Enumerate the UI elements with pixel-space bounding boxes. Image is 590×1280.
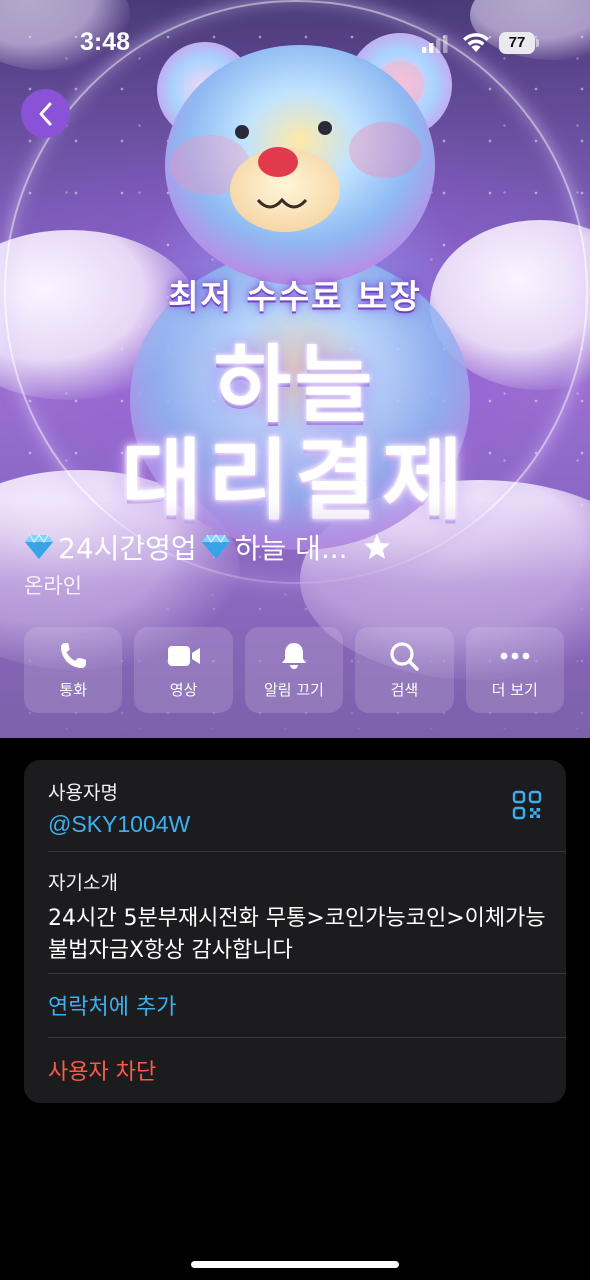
- profile-name-rest: 하늘 대...: [234, 532, 348, 565]
- diamond-icon: [25, 533, 53, 559]
- chevron-left-icon: [39, 102, 51, 125]
- username-value[interactable]: @SKY1004W: [48, 811, 566, 838]
- more-button[interactable]: 더 보기: [465, 627, 564, 713]
- divider: [48, 973, 566, 974]
- search-label: 검색: [390, 680, 419, 699]
- video-label: 영상: [169, 680, 198, 699]
- wifi-icon: [463, 33, 489, 52]
- profile-name-row: 24시간영업 하늘 대...: [24, 528, 392, 566]
- bio-label: 자기소개: [48, 872, 118, 894]
- qr-code-icon[interactable]: [512, 790, 542, 820]
- more-label: 더 보기: [491, 680, 538, 699]
- divider: [48, 851, 566, 852]
- call-button[interactable]: 통화: [24, 627, 123, 713]
- profile-name: 24시간영업: [58, 532, 197, 565]
- block-user-row[interactable]: 사용자 차단: [48, 1054, 566, 1086]
- mute-button[interactable]: 알림 끄기: [244, 627, 344, 713]
- bio-section: 자기소개 24시간 5분부재시전화 무통>코인가능코인>이체가능불법자금X항상 …: [48, 868, 566, 967]
- battery-nub: [536, 39, 539, 47]
- phone-icon: [61, 642, 87, 668]
- username-section[interactable]: 사용자명 @SKY1004W: [48, 778, 566, 838]
- home-indicator: [191, 1261, 399, 1268]
- star-icon: [363, 534, 390, 559]
- add-contact-row[interactable]: 연락처에 추가: [48, 989, 566, 1021]
- more-icon: [500, 652, 530, 659]
- battery-level: 77: [499, 32, 535, 54]
- add-contact-button[interactable]: 연락처에 추가: [48, 989, 566, 1021]
- profile-info-card: 사용자명 @SKY1004W 자기소개 24시간 5분부재시전화 무통>코인가능…: [24, 760, 566, 1103]
- status-time: 3:48: [80, 28, 131, 56]
- search-icon: [390, 641, 420, 671]
- video-button[interactable]: 영상: [134, 627, 233, 713]
- battery-indicator: 77: [499, 32, 539, 54]
- search-button[interactable]: 검색: [355, 627, 454, 713]
- block-user-button[interactable]: 사용자 차단: [48, 1054, 566, 1086]
- video-icon: [167, 645, 200, 666]
- username-label: 사용자명: [48, 782, 118, 804]
- cellular-signal-icon: [422, 35, 448, 53]
- action-bar: 통화 영상 알림 끄기 검색 더 보기: [24, 627, 566, 713]
- bio-text: 24시간 5분부재시전화 무통>코인가능코인>이체가능불법자금X항상 감사합니다: [48, 906, 546, 963]
- presence-status: 온라인: [24, 574, 82, 598]
- back-button[interactable]: [21, 89, 70, 138]
- mute-label: 알림 끄기: [263, 680, 324, 699]
- bell-icon: [281, 642, 306, 669]
- call-label: 통화: [59, 680, 87, 699]
- diamond-icon: [201, 533, 230, 559]
- divider: [48, 1037, 566, 1038]
- status-bar: 3:48 77: [0, 0, 590, 90]
